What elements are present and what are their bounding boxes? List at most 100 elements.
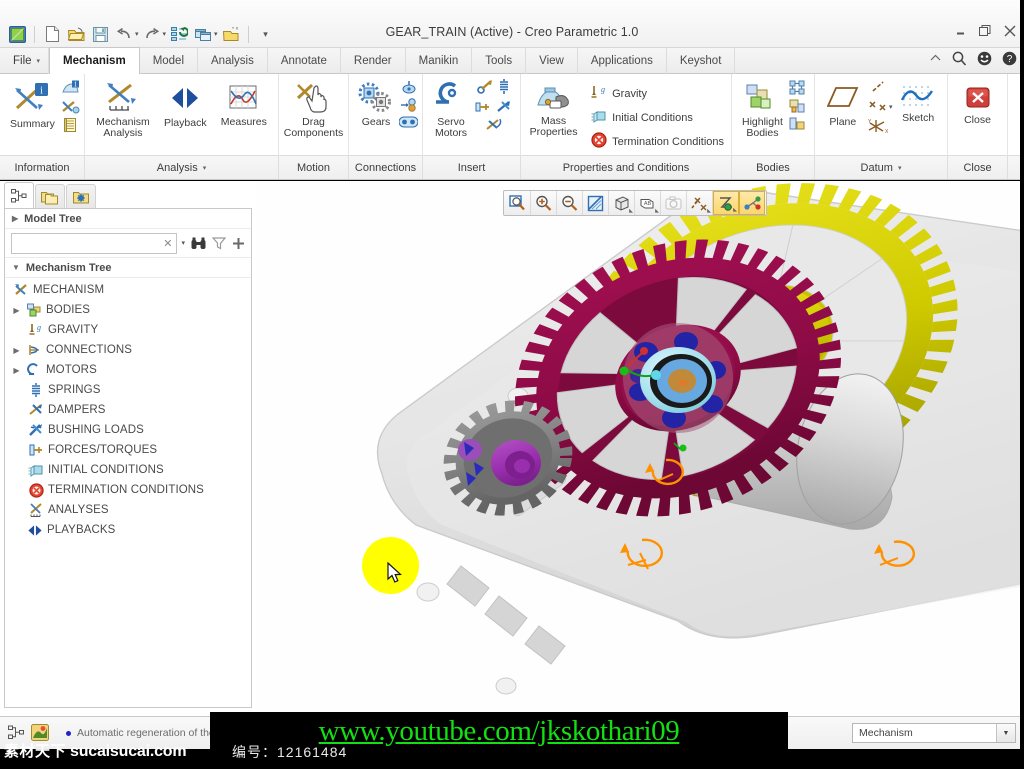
body-compare-icon[interactable] xyxy=(789,117,805,133)
report-icon[interactable] xyxy=(64,118,77,135)
tree-item-connections[interactable]: ▶ CONNECTIONS xyxy=(5,340,251,360)
find-binoculars-icon[interactable] xyxy=(191,237,206,250)
mechanism-tree-header[interactable]: ▼ Mechanism Tree xyxy=(5,258,251,278)
tree-item-initial-conditions[interactable]: INITIAL CONDITIONS xyxy=(5,460,251,480)
tree-item-mechanism[interactable]: MECHANISM xyxy=(5,280,251,300)
search-input[interactable] xyxy=(16,236,164,250)
bushing-load-icon[interactable] xyxy=(496,100,512,117)
force-torque-icon[interactable] xyxy=(477,79,493,98)
selection-filter-icon[interactable] xyxy=(6,722,26,742)
servo-motors-button[interactable]: Servo Motors xyxy=(427,78,475,141)
expand-arrow-icon[interactable]: ▶ xyxy=(11,346,22,355)
initial-conditions-item[interactable]: Initial Conditions xyxy=(588,108,727,127)
datum-display-filters-icon[interactable]: ◣ xyxy=(687,191,713,215)
coordinate-system-icon[interactable]: Y X xyxy=(867,119,889,137)
tab-render[interactable]: Render xyxy=(341,48,406,74)
body-tree-icon[interactable] xyxy=(789,99,805,116)
tree-item-analyses[interactable]: ANALYSES xyxy=(5,500,251,520)
zoom-in-icon[interactable] xyxy=(531,191,557,215)
belt-icon[interactable] xyxy=(398,116,419,131)
dropdown-corner-icon[interactable]: ◣ xyxy=(629,208,633,214)
dropdown-corner-icon[interactable]: ◣ xyxy=(733,207,737,213)
tree-item-bodies[interactable]: ▶ BODIES xyxy=(5,300,251,320)
search-dropdown-icon[interactable]: ▾ xyxy=(181,239,185,247)
folder-browser-tab[interactable] xyxy=(35,184,65,209)
close-mechanism-button[interactable]: Close xyxy=(955,78,1001,129)
tab-mechanism[interactable]: Mechanism xyxy=(49,47,140,74)
collapse-ribbon-icon[interactable] xyxy=(929,52,942,68)
plane-button[interactable]: Plane xyxy=(820,78,866,131)
close-button[interactable] xyxy=(1004,25,1016,40)
tree-item-termination-conditions[interactable]: TERMINATION CONDITIONS xyxy=(5,480,251,500)
expand-arrow-icon[interactable]: ▶ xyxy=(11,306,22,315)
tree-item-motors[interactable]: ▶ MOTORS xyxy=(5,360,251,380)
display-style-icon[interactable]: ◣ xyxy=(609,191,635,215)
tree-item-gravity[interactable]: g GRAVITY xyxy=(5,320,251,340)
tree-item-dampers[interactable]: DAMPERS xyxy=(5,400,251,420)
graphics-viewport[interactable]: ◣ AB ◣ ◣ ◣ xyxy=(256,181,1024,716)
tree-item-forces-torques[interactable]: FORCES/TORQUES xyxy=(5,440,251,460)
clear-search-icon[interactable]: ✕ xyxy=(163,237,172,250)
mass-properties-button[interactable]: Mass Properties xyxy=(525,78,582,140)
axis-icon[interactable] xyxy=(871,81,885,96)
saved-orientations-icon[interactable]: AB ◣ xyxy=(635,191,661,215)
gears-button[interactable]: Gears xyxy=(353,78,399,131)
zoom-out-icon[interactable] xyxy=(557,191,583,215)
tab-analysis[interactable]: Analysis xyxy=(198,48,268,74)
tab-manikin[interactable]: Manikin xyxy=(406,48,473,74)
model-display-icon[interactable] xyxy=(30,722,50,742)
highlight-bodies-button[interactable]: Highlight Bodies xyxy=(736,78,789,141)
mechanism-analysis-button[interactable]: Mechanism Analysis xyxy=(90,78,156,141)
view-manager-icon[interactable] xyxy=(661,191,687,215)
tree-item-springs[interactable]: SPRINGS xyxy=(5,380,251,400)
refit-zoom-icon[interactable] xyxy=(505,191,531,215)
minimize-button[interactable] xyxy=(955,26,966,40)
expand-arrow-icon[interactable]: ▶ xyxy=(11,366,22,375)
playback-button[interactable]: Playback xyxy=(158,78,213,132)
3d-contact-icon[interactable] xyxy=(400,98,417,115)
dropdown-corner-icon[interactable]: ◣ xyxy=(707,208,711,214)
tab-model[interactable]: Model xyxy=(140,48,199,74)
dropdown-corner-icon[interactable]: ◣ xyxy=(655,208,659,214)
filter-icon[interactable] xyxy=(212,236,226,250)
group-label-datum[interactable]: Datum ▾ xyxy=(815,156,948,179)
tab-applications[interactable]: Applications xyxy=(578,48,667,74)
tab-annotate[interactable]: Annotate xyxy=(268,48,341,74)
damper-icon[interactable] xyxy=(475,100,491,117)
spring-icon[interactable] xyxy=(498,79,510,98)
search-icon[interactable] xyxy=(952,51,967,69)
model-tree-header[interactable]: ▶ Model Tree xyxy=(5,209,251,229)
summary-button[interactable]: i Summary xyxy=(4,78,61,133)
tree-item-bushing-loads[interactable]: BUSHING LOADS xyxy=(5,420,251,440)
termination-conditions-item[interactable]: Termination Conditions xyxy=(588,131,727,152)
drag-components-button[interactable]: Drag Components xyxy=(283,78,344,141)
gravity-item[interactable]: g Gravity xyxy=(588,84,727,104)
restore-button[interactable] xyxy=(979,25,991,40)
sketch-button[interactable]: Sketch xyxy=(894,78,942,127)
favorites-tab[interactable] xyxy=(66,184,96,209)
cam-follower-icon[interactable] xyxy=(401,80,417,97)
tab-view[interactable]: View xyxy=(526,48,578,74)
mechanism-info-icon[interactable] xyxy=(61,100,80,117)
spin-center-icon[interactable] xyxy=(739,191,765,215)
initial-condition-icon[interactable] xyxy=(485,118,502,135)
group-label-analysis[interactable]: Analysis ▾ xyxy=(85,156,279,179)
point-icon[interactable] xyxy=(868,99,888,116)
measures-button[interactable]: Measures xyxy=(215,78,273,131)
tab-keyshot[interactable]: Keyshot xyxy=(667,48,736,74)
mass-info-icon[interactable]: 1 xyxy=(61,80,80,99)
model-tree-tab[interactable] xyxy=(4,182,34,209)
tab-file[interactable]: File ▾ xyxy=(0,48,50,74)
annotation-display-icon[interactable]: ◣ xyxy=(713,191,739,215)
tab-tools[interactable]: Tools xyxy=(472,48,527,74)
body-definition-icon[interactable] xyxy=(789,80,805,98)
help-icon[interactable]: ? xyxy=(1002,51,1017,69)
mode-select[interactable]: Mechanism ▼ xyxy=(852,723,1016,743)
tree-item-playbacks[interactable]: PLAYBACKS xyxy=(5,520,251,540)
datum-dropdown-icon[interactable]: ▾ xyxy=(889,103,893,111)
search-input-wrapper[interactable]: ✕ xyxy=(11,232,178,254)
add-column-icon[interactable] xyxy=(232,237,245,250)
repaint-icon[interactable] xyxy=(583,191,609,215)
chevron-down-icon[interactable]: ▼ xyxy=(996,724,1015,742)
smiley-feedback-icon[interactable] xyxy=(977,51,992,69)
